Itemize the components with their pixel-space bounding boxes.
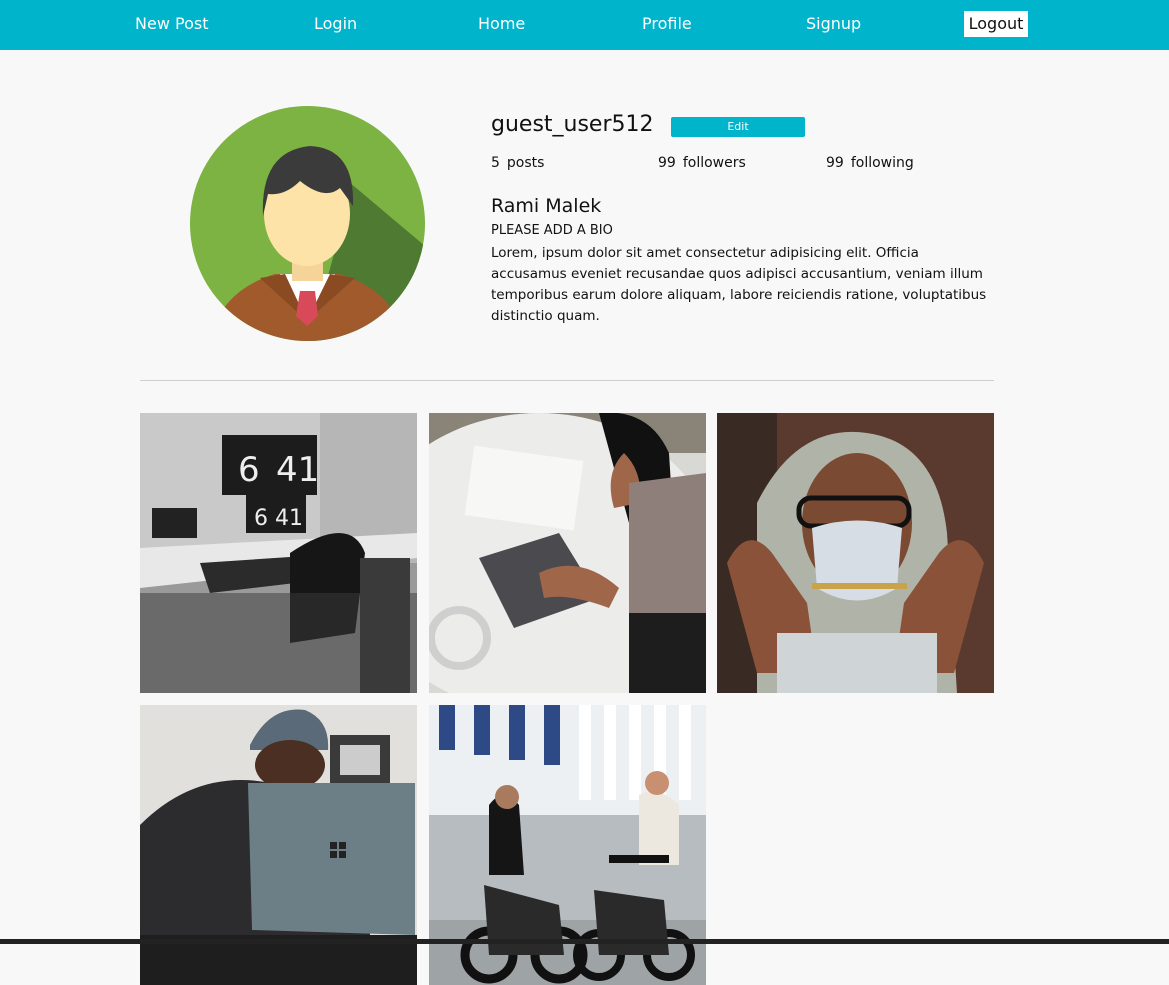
- svg-text:6 41: 6 41: [254, 506, 303, 531]
- stat-followers[interactable]: 99 followers: [658, 155, 746, 171]
- svg-text:6: 6: [238, 450, 260, 490]
- nav-profile[interactable]: Profile: [642, 14, 692, 33]
- nav-home[interactable]: Home: [478, 14, 525, 33]
- stat-posts-label: posts: [506, 155, 545, 171]
- profile-username: guest_user512: [491, 112, 654, 137]
- edit-profile-button[interactable]: Edit: [671, 117, 805, 137]
- logout-button[interactable]: Logout: [964, 11, 1028, 37]
- person-avatar-icon: [190, 106, 425, 341]
- stat-followers-value: 99: [658, 155, 676, 171]
- nav-login[interactable]: Login: [314, 14, 357, 33]
- stat-following-label: following: [850, 155, 914, 171]
- post-masked-man-photo[interactable]: [717, 413, 994, 693]
- bio-text: Lorem, ipsum dolor sit amet consectetur …: [491, 245, 987, 324]
- profile-full-name: Rami Malek: [491, 195, 602, 217]
- stat-posts: 5 posts: [491, 155, 544, 171]
- stat-following[interactable]: 99 following: [826, 155, 914, 171]
- section-divider: [140, 380, 994, 381]
- post-desk-clock-photo[interactable]: 6 41 6 41: [140, 413, 417, 693]
- nav-signup[interactable]: Signup: [806, 14, 861, 33]
- stat-posts-value: 5: [491, 155, 500, 171]
- bio-heading: PLEASE ADD A BIO: [491, 223, 613, 238]
- page-bottom-edge: [0, 939, 1169, 944]
- nav-new-post[interactable]: New Post: [135, 14, 208, 33]
- stat-followers-label: followers: [682, 155, 746, 171]
- top-navbar: New Post Login Home Profile Signup Logou…: [0, 0, 1169, 50]
- post-woman-laptop-photo[interactable]: [429, 413, 706, 693]
- stat-following-value: 99: [826, 155, 844, 171]
- svg-text:41: 41: [276, 450, 319, 490]
